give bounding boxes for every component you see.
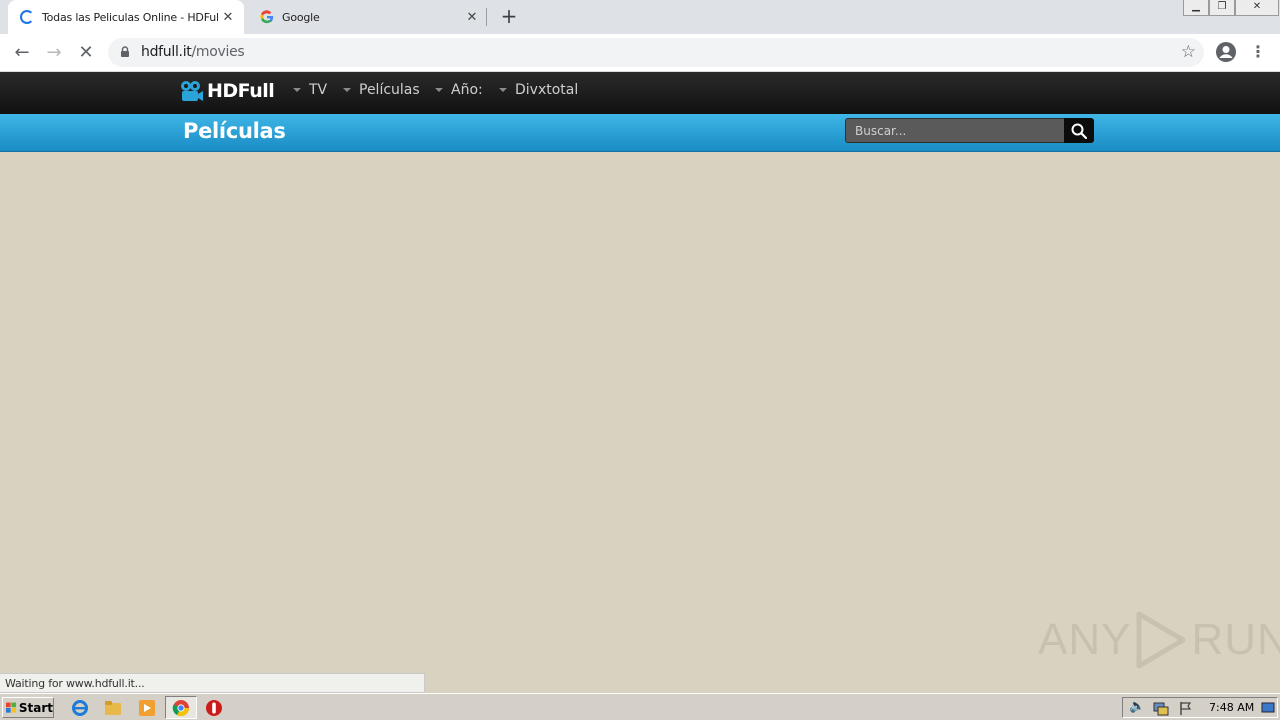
close-window-button[interactable]: ✕	[1235, 0, 1279, 16]
tab-close-icon[interactable]: ✕	[462, 10, 482, 25]
site-navbar: HDFull TV Películas Año: Divxtotal	[0, 72, 1280, 114]
play-triangle-icon	[1136, 611, 1186, 669]
caret-down-icon	[435, 88, 443, 92]
opera-icon[interactable]	[205, 699, 223, 717]
tab-title: Todas las Peliculas Online - HDFull.tv	[42, 10, 218, 24]
window-controls: ▁ ❐ ✕	[1183, 0, 1279, 18]
minimize-button[interactable]: ▁	[1183, 0, 1209, 16]
forward-button[interactable]: →	[42, 41, 66, 65]
restore-button[interactable]: ❐	[1209, 0, 1235, 16]
nav-label: Año:	[451, 82, 483, 98]
internet-explorer-icon[interactable]	[71, 699, 89, 717]
caret-down-icon	[343, 88, 351, 92]
watermark-left: ANY	[1038, 615, 1132, 664]
watermark-right: RUN	[1191, 615, 1280, 664]
url-path: /movies	[191, 44, 245, 60]
taskbar: Start 🔈 7:48 AM	[0, 693, 1280, 720]
network-icon[interactable]	[1153, 700, 1169, 716]
nav-item-year[interactable]: Año:	[435, 82, 483, 98]
url-text: hdfull.it/movies	[141, 44, 245, 60]
tab-strip: Todas las Peliculas Online - HDFull.tv ✕…	[0, 0, 1280, 34]
anyrun-watermark: ANY RUN	[1038, 610, 1280, 670]
show-desktop-icon[interactable]	[1261, 701, 1275, 715]
nav-item-peliculas[interactable]: Películas	[343, 82, 420, 98]
page-header-bar: Películas	[0, 114, 1280, 152]
google-g-icon	[260, 10, 274, 24]
chrome-taskbar-button[interactable]	[165, 696, 197, 719]
media-player-icon[interactable]	[138, 699, 156, 717]
start-label: Start	[18, 700, 53, 715]
address-bar[interactable]: hdfull.it/movies ☆	[108, 38, 1204, 67]
lock-icon	[121, 46, 129, 57]
new-tab-button[interactable]: +	[499, 6, 519, 26]
search-icon	[1071, 123, 1087, 139]
caret-down-icon	[293, 88, 301, 92]
system-tray: 🔈 7:48 AM	[1122, 697, 1278, 718]
search-button[interactable]	[1064, 118, 1094, 143]
loading-spinner-icon	[20, 10, 34, 24]
tab-title: Google	[282, 10, 320, 24]
tab-divider	[486, 8, 487, 26]
chrome-icon	[172, 700, 190, 717]
windows-logo-icon	[6, 702, 17, 713]
logo-text: HDFull	[207, 80, 275, 102]
tab-hdfull[interactable]: Todas las Peliculas Online - HDFull.tv ✕	[8, 0, 244, 34]
stop-loading-button[interactable]: ✕	[74, 41, 98, 65]
clock[interactable]: 7:48 AM	[1209, 701, 1254, 714]
film-camera-icon	[181, 81, 203, 101]
tab-google[interactable]: Google ✕	[252, 0, 488, 34]
back-button[interactable]: ←	[10, 41, 34, 65]
status-bubble: Waiting for www.hdfull.it...	[0, 673, 425, 693]
browser-menu-icon[interactable]: ⋮	[1250, 41, 1266, 63]
nav-label: TV	[309, 82, 328, 98]
browser-toolbar: ← → ✕ hdfull.it/movies ☆ ⋮	[0, 34, 1280, 72]
profile-avatar-icon[interactable]	[1215, 41, 1237, 63]
nav-label: Películas	[359, 82, 420, 98]
volume-icon[interactable]: 🔈	[1129, 699, 1145, 714]
action-center-flag-icon[interactable]	[1178, 700, 1194, 716]
page-title: Películas	[183, 119, 286, 143]
nav-item-tv[interactable]: TV	[293, 82, 327, 98]
tab-close-icon[interactable]: ✕	[218, 10, 238, 25]
nav-label: Divxtotal	[515, 82, 579, 98]
bookmark-star-icon[interactable]: ☆	[1181, 42, 1196, 62]
start-button[interactable]: Start	[2, 697, 54, 718]
caret-down-icon	[499, 88, 507, 92]
nav-item-divxtotal[interactable]: Divxtotal	[499, 82, 578, 98]
file-explorer-icon[interactable]	[104, 699, 122, 717]
search-input[interactable]	[845, 118, 1065, 143]
site-logo[interactable]: HDFull	[180, 80, 275, 102]
url-host: hdfull.it	[141, 44, 192, 60]
